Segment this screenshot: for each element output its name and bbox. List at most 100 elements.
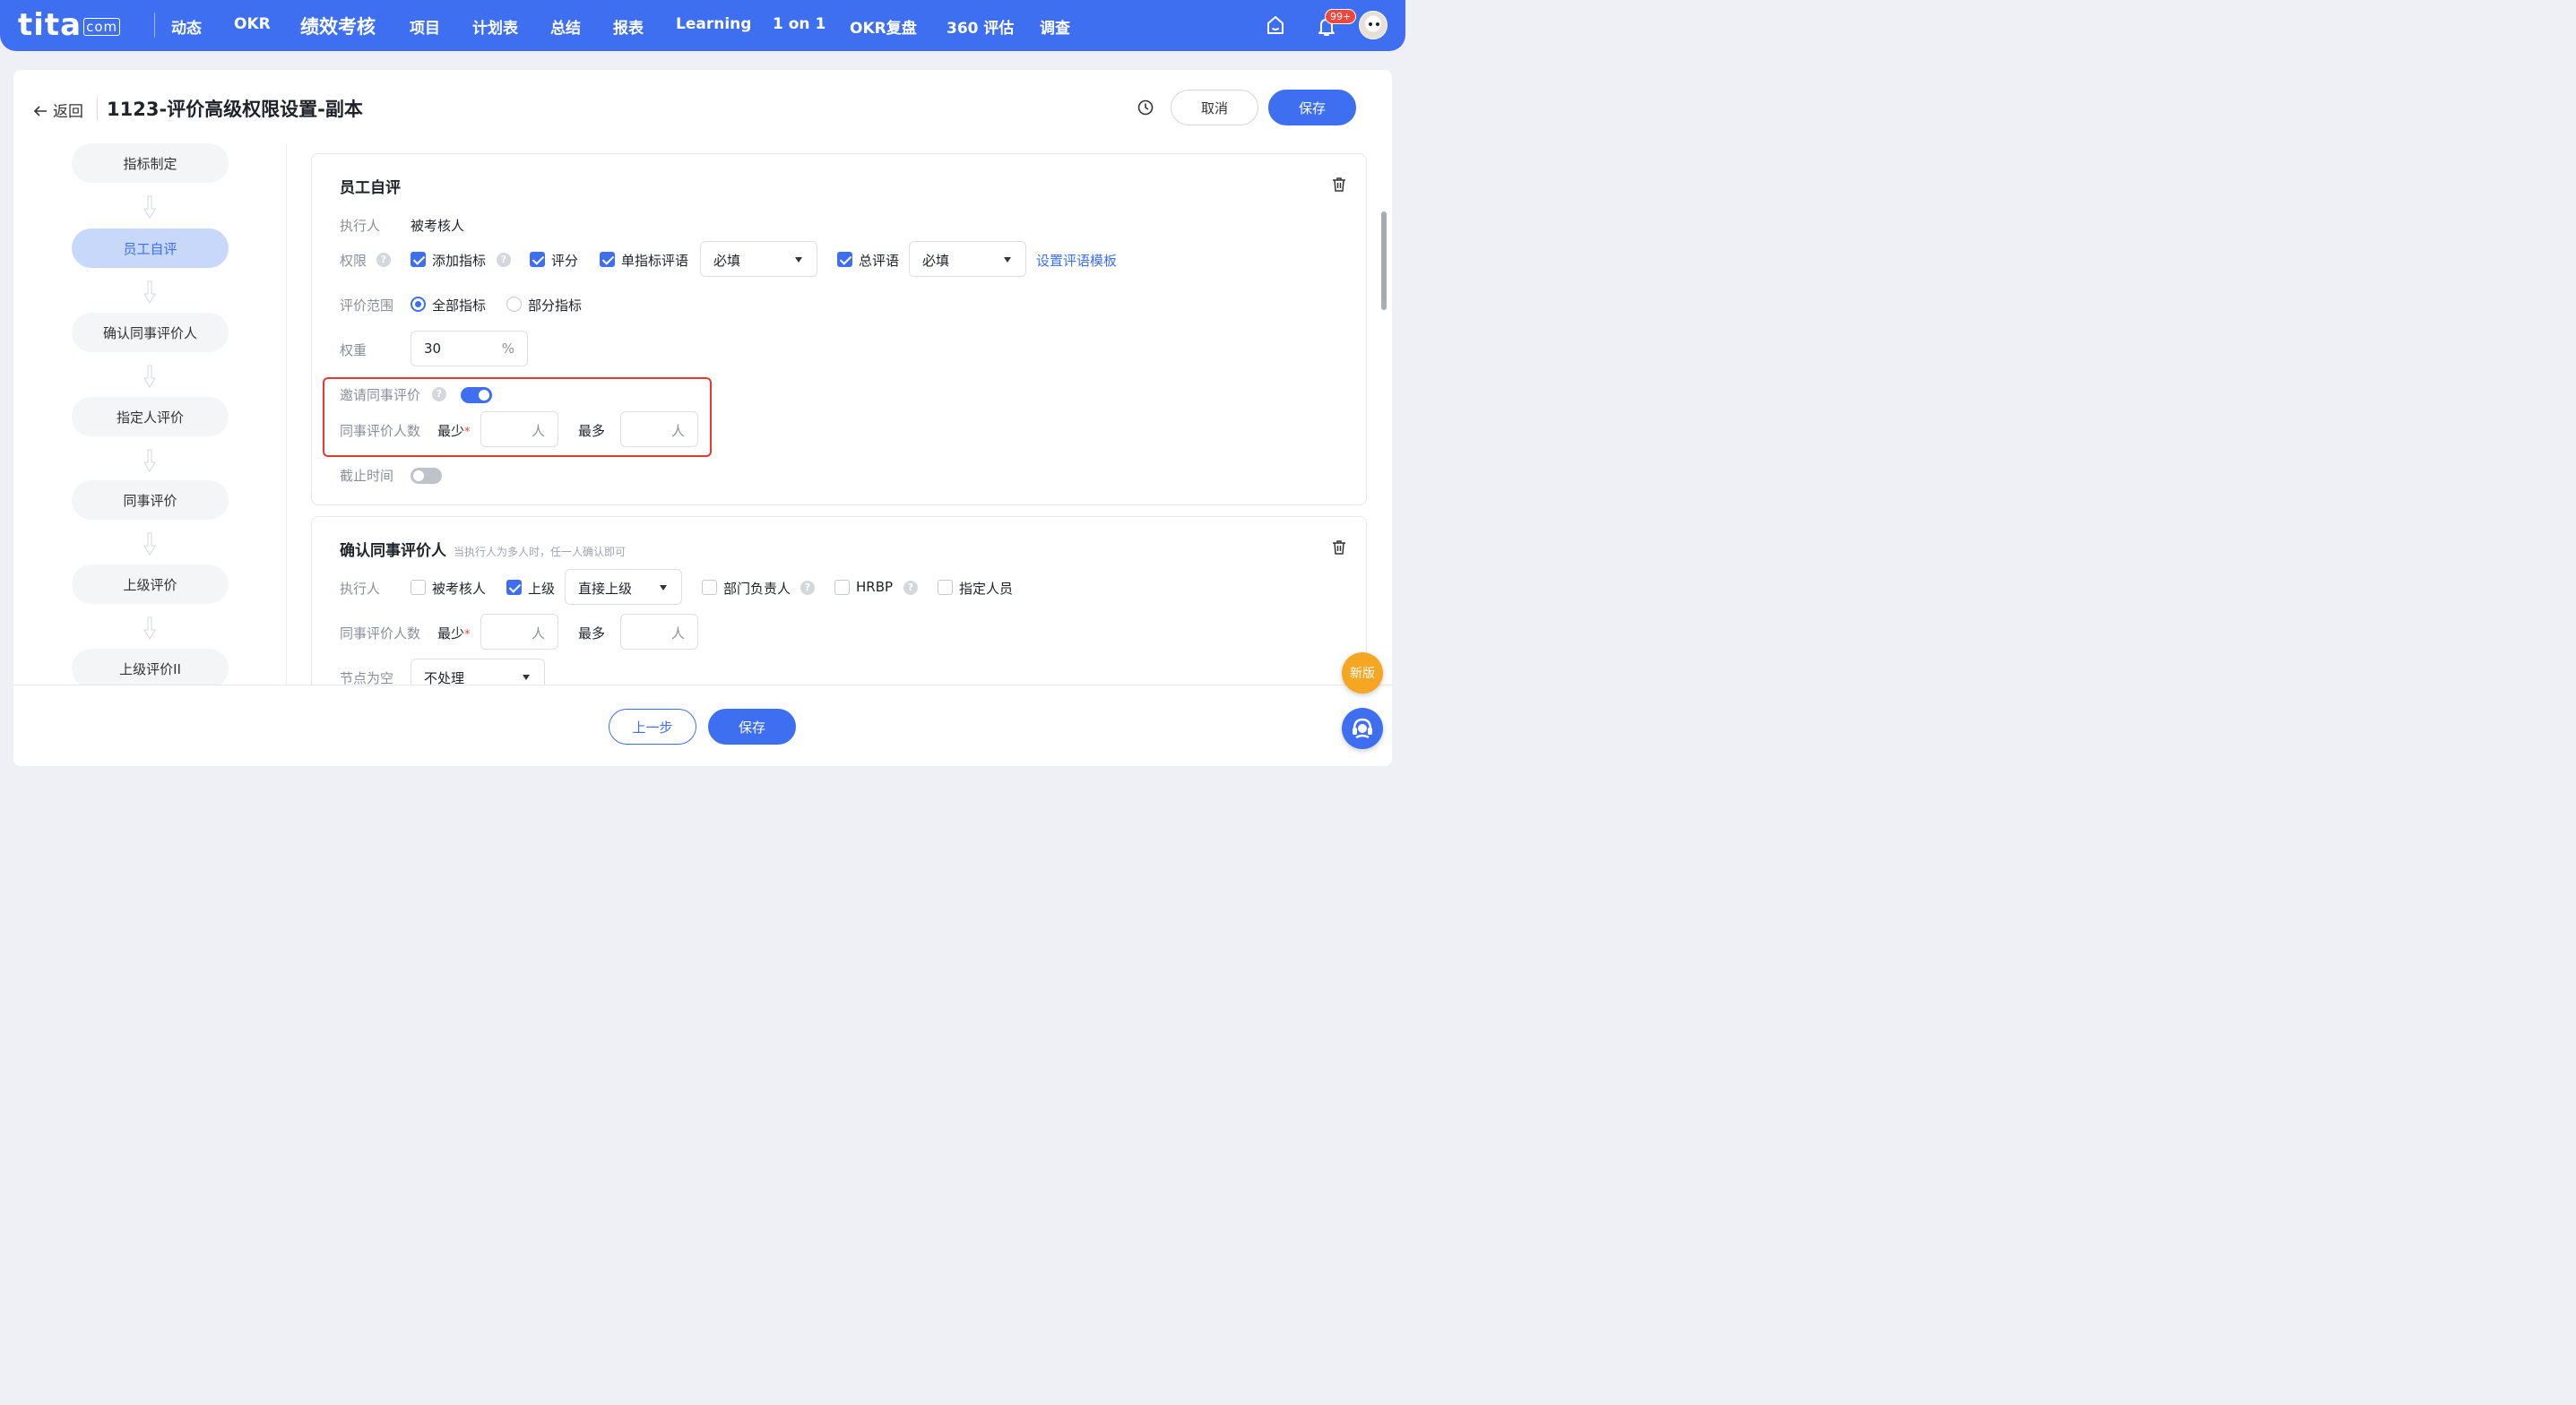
nav-item-survey[interactable]: 调查	[1040, 15, 1070, 38]
superior-select[interactable]: 直接上级	[565, 569, 682, 605]
step-confirm-peer[interactable]: 确认同事评价人	[72, 313, 229, 352]
step-superior-review[interactable]: 上级评价	[72, 565, 229, 604]
nav-item-okr-review[interactable]: OKR复盘	[850, 15, 917, 38]
tita-logo[interactable]: tita com	[18, 7, 121, 43]
page-header: 返回 1123-评价高级权限设置-副本 取消 保存	[13, 70, 1392, 143]
section-title: 员工自评	[340, 179, 401, 197]
caret-down-icon	[523, 675, 530, 680]
down-arrow-icon	[143, 449, 156, 472]
person-unit: 人	[670, 625, 685, 642]
designated-checkbox[interactable]	[938, 580, 953, 595]
headset-icon	[1353, 718, 1372, 739]
trash-icon[interactable]	[1332, 539, 1346, 556]
scope-label: 评价范围	[340, 297, 394, 314]
step-sidebar: 指标制定 员工自评 确认同事评价人 指定人评价 同事评价 上级评价 上级评价II	[13, 143, 287, 685]
deadline-label: 截止时间	[340, 468, 394, 484]
score-checkbox[interactable]	[530, 252, 545, 267]
scope-partial-label: 部分指标	[528, 297, 583, 314]
step-indicator-setting[interactable]: 指标制定	[72, 143, 229, 183]
nav-item-reports[interactable]: 报表	[613, 15, 644, 38]
nav-item-plans[interactable]: 计划表	[472, 15, 518, 38]
total-comment-select[interactable]: 必填	[909, 241, 1026, 277]
executor-label: 执行人	[340, 218, 381, 234]
main-card: 返回 1123-评价高级权限设置-副本 取消 保存 指标制定 员工自评 确认同事…	[13, 70, 1392, 766]
add-indicator-checkbox[interactable]	[411, 252, 426, 267]
superior-label: 上级	[528, 581, 556, 597]
page-title: 1123-评价高级权限设置-副本	[107, 99, 363, 120]
nav-item-projects[interactable]: 项目	[410, 15, 440, 38]
help-icon[interactable]: ?	[376, 253, 391, 267]
single-comment-label: 单指标评语	[621, 253, 689, 269]
help-icon[interactable]: ?	[903, 581, 918, 595]
top-navigation-bar: tita com 动态 OKR 绩效考核 项目 计划表 总结 报表 Learnin…	[0, 0, 1405, 51]
footer-save-button[interactable]: 保存	[708, 709, 796, 745]
back-label: 返回	[53, 103, 83, 121]
cancel-button[interactable]: 取消	[1171, 90, 1258, 125]
reviewee-checkbox[interactable]	[411, 580, 426, 595]
min-peer-input[interactable]: 人	[480, 614, 558, 650]
weight-label: 权重	[340, 342, 367, 358]
help-icon[interactable]: ?	[497, 253, 511, 267]
down-arrow-icon	[143, 365, 156, 388]
new-version-button[interactable]: 新版	[1342, 652, 1383, 694]
avatar[interactable]	[1359, 11, 1387, 39]
step-peer-review[interactable]: 同事评价	[72, 480, 229, 520]
header-divider	[97, 97, 98, 120]
home-icon[interactable]	[1266, 14, 1285, 36]
max-peer-input[interactable]: 人	[620, 614, 698, 650]
previous-step-button[interactable]: 上一步	[609, 709, 696, 745]
nav-divider	[154, 13, 155, 38]
executor-value: 被考核人	[411, 218, 465, 234]
scrollbar[interactable]	[1381, 211, 1387, 310]
down-arrow-icon	[143, 280, 156, 304]
step-designated-review[interactable]: 指定人评价	[72, 397, 229, 436]
nav-item-okr[interactable]: OKR	[234, 15, 271, 33]
deadline-toggle[interactable]	[411, 468, 442, 484]
scope-all-label: 全部指标	[432, 297, 487, 314]
min-label: 最少*	[437, 625, 471, 642]
weight-value: 30	[424, 340, 442, 357]
down-arrow-icon	[143, 532, 156, 556]
select-value: 必填	[922, 253, 950, 269]
dept-head-checkbox[interactable]	[702, 580, 717, 595]
history-clock-icon[interactable]	[1137, 99, 1154, 116]
executor-label: 执行人	[340, 581, 381, 597]
nav-item-learning[interactable]: Learning	[676, 15, 751, 33]
total-comment-checkbox[interactable]	[837, 252, 852, 267]
weight-input[interactable]: 30%	[411, 331, 528, 366]
single-comment-checkbox[interactable]	[600, 252, 615, 267]
customer-service-button[interactable]	[1342, 708, 1383, 749]
nav-item-one-on-one[interactable]: 1 on 1	[773, 15, 826, 33]
hrbp-checkbox[interactable]	[834, 580, 850, 595]
step-self-review[interactable]: 员工自评	[72, 228, 229, 268]
reviewee-label: 被考核人	[432, 581, 487, 597]
select-value: 必填	[713, 253, 741, 269]
section-title: 确认同事评价人 当执行人为多人时，任一人确认即可	[340, 542, 627, 560]
section-hint: 当执行人为多人时，任一人确认即可	[454, 546, 627, 558]
caret-down-icon	[660, 585, 667, 590]
caret-down-icon	[1004, 257, 1011, 263]
single-comment-select[interactable]: 必填	[700, 241, 817, 277]
comment-template-link[interactable]: 设置评语模板	[1036, 251, 1117, 270]
superior-checkbox[interactable]	[506, 580, 522, 595]
permission-label: 权限	[340, 253, 367, 269]
highlight-box	[323, 377, 712, 457]
nav-item-performance[interactable]: 绩效考核	[300, 13, 376, 39]
step-superior-review-2[interactable]: 上级评价II	[72, 649, 229, 685]
caret-down-icon	[795, 257, 802, 263]
nav-item-dynamics[interactable]: 动态	[171, 15, 202, 38]
back-button[interactable]: 返回	[33, 99, 83, 121]
down-arrow-icon	[143, 616, 156, 640]
nav-item-summary[interactable]: 总结	[550, 15, 581, 38]
trash-icon[interactable]	[1332, 177, 1346, 193]
nav-item-360-review[interactable]: 360 评估	[947, 15, 1014, 38]
help-icon[interactable]: ?	[800, 581, 815, 595]
hrbp-label: HRBP	[856, 579, 894, 595]
add-indicator-label: 添加指标	[432, 253, 487, 269]
weight-unit: %	[501, 340, 514, 357]
scope-partial-radio[interactable]	[506, 297, 522, 312]
notification-badge: 99+	[1325, 9, 1357, 24]
save-button[interactable]: 保存	[1268, 90, 1356, 125]
scope-all-radio[interactable]	[411, 297, 426, 312]
footer-bar: 上一步 保存	[13, 685, 1392, 766]
